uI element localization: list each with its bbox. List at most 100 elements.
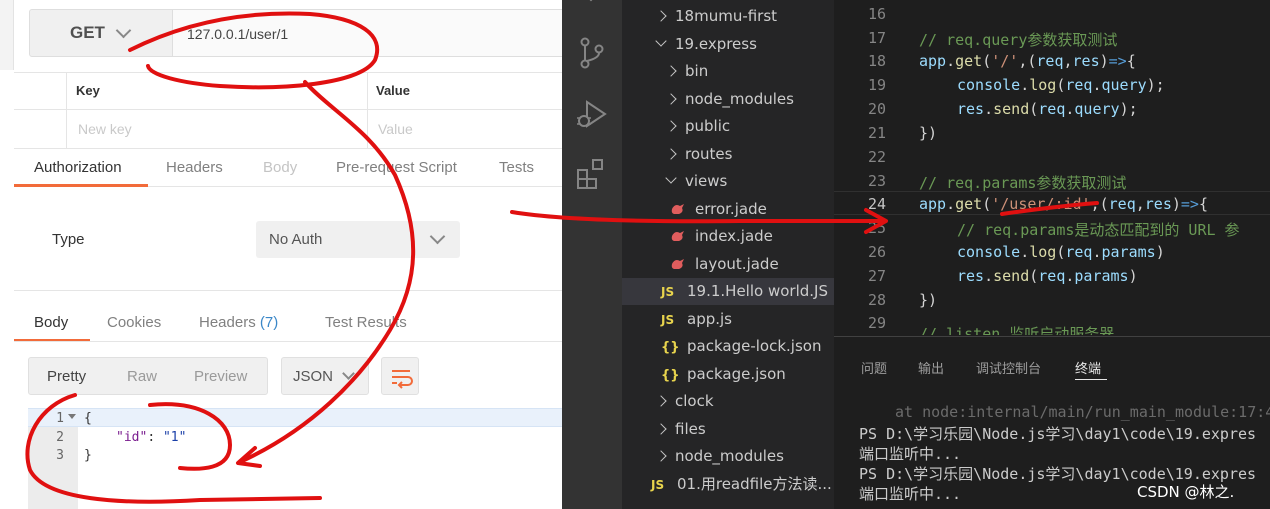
tree-item-label: node_modules bbox=[675, 447, 784, 465]
url-input[interactable]: 127.0.0.1/user/1 bbox=[173, 9, 562, 57]
new-value-input[interactable]: Value bbox=[378, 121, 413, 137]
column-divider bbox=[66, 72, 67, 148]
preview-button[interactable]: Preview bbox=[194, 368, 247, 385]
tree-item-selected[interactable]: JS 19.1.Hello world.JS bbox=[622, 278, 834, 305]
tree-item[interactable]: layout.jade bbox=[671, 251, 779, 278]
headers-count: (7) bbox=[259, 314, 279, 331]
watermark: CSDN @林之. bbox=[1137, 483, 1235, 501]
code-line: res.send(req.params) bbox=[957, 267, 1138, 285]
line-number: 1 bbox=[56, 411, 64, 426]
terminal-line: PS D:\学习乐园\Node.js学习\day1\code\19.expres bbox=[859, 425, 1257, 443]
chevron-down-icon bbox=[655, 35, 667, 47]
tree-item[interactable]: clock bbox=[655, 388, 714, 415]
auth-type-label: Type bbox=[52, 231, 85, 248]
source-control-icon[interactable] bbox=[577, 36, 607, 70]
line-number: 3 bbox=[56, 448, 64, 463]
tab-authorization[interactable]: Authorization bbox=[34, 159, 122, 176]
raw-button[interactable]: Raw bbox=[127, 368, 157, 385]
tree-item-label: 18mumu-first bbox=[675, 7, 778, 25]
tree-item-label: bin bbox=[685, 62, 709, 80]
tab-tests[interactable]: Tests bbox=[499, 159, 534, 176]
tab-headers[interactable]: Headers bbox=[166, 159, 223, 176]
pretty-button[interactable]: Pretty bbox=[47, 368, 86, 385]
tree-item[interactable]: 19.express bbox=[655, 31, 757, 58]
token: res bbox=[1072, 52, 1100, 70]
token: '/' bbox=[991, 52, 1019, 70]
line-number: 18 bbox=[867, 52, 886, 70]
tree-item[interactable]: public bbox=[665, 113, 730, 140]
extensions-icon[interactable] bbox=[576, 158, 608, 190]
terminal-line: 端口监听中... bbox=[859, 485, 962, 503]
tree-item-label: package.json bbox=[687, 365, 786, 383]
sidebar-edge bbox=[0, 0, 14, 70]
chevron-down-icon bbox=[429, 228, 446, 245]
key-column-header: Key bbox=[76, 83, 100, 98]
panel-tab-problems[interactable]: 问题 bbox=[861, 358, 887, 377]
chevron-right-icon bbox=[665, 120, 677, 132]
json-file-icon: {} bbox=[661, 368, 680, 383]
panel-tab-debug-console[interactable]: 调试控制台 bbox=[976, 358, 1041, 377]
run-debug-icon[interactable] bbox=[575, 98, 609, 132]
line-number: 16 bbox=[867, 5, 886, 23]
token: req bbox=[1065, 76, 1093, 94]
tree-item[interactable]: 18mumu-first bbox=[655, 3, 778, 30]
tree-item-label: layout.jade bbox=[695, 255, 779, 273]
tree-item[interactable]: index.jade bbox=[671, 223, 773, 250]
code-line: }) bbox=[919, 291, 938, 309]
token: req bbox=[1038, 267, 1066, 285]
code-comment: // req.params是动态匹配到的 URL 参 bbox=[957, 221, 1240, 239]
code-line: "id": "1" bbox=[116, 430, 186, 445]
code-line: app.get('/user/:id',(req,res)=>{ bbox=[919, 195, 1208, 213]
wrap-lines-button[interactable] bbox=[381, 357, 419, 395]
tree-item[interactable]: JS 01.用readfile方法读... bbox=[651, 471, 832, 498]
tree-item[interactable]: {} package-lock.json bbox=[661, 333, 821, 360]
tree-item-label: app.js bbox=[687, 310, 732, 328]
tree-item-label: node_modules bbox=[685, 90, 794, 108]
code-editor[interactable] bbox=[834, 0, 1270, 336]
token: res bbox=[957, 100, 985, 118]
tree-item-label: 19.express bbox=[675, 35, 757, 53]
line-number: 29 bbox=[867, 314, 886, 332]
tree-item[interactable]: node_modules bbox=[665, 86, 794, 113]
token: => bbox=[1180, 195, 1199, 213]
jade-file-icon bbox=[671, 204, 684, 214]
line-number: 21 bbox=[867, 124, 886, 142]
panel-tab-output[interactable]: 输出 bbox=[918, 358, 944, 377]
token: log bbox=[1029, 243, 1057, 261]
explorer-icon[interactable] bbox=[577, 0, 607, 12]
tree-item[interactable]: routes bbox=[665, 141, 732, 168]
tree-item[interactable]: bin bbox=[665, 58, 709, 85]
method-select[interactable]: GET bbox=[29, 9, 173, 57]
tab-body[interactable]: Body bbox=[263, 159, 297, 176]
tree-item[interactable]: {} package.json bbox=[661, 361, 786, 388]
token: req bbox=[1036, 52, 1064, 70]
panel-tab-terminal[interactable]: 终端 bbox=[1075, 358, 1101, 377]
response-tab-test-results[interactable]: Test Results bbox=[325, 314, 407, 331]
line-number: 28 bbox=[867, 291, 886, 309]
response-tab-cookies[interactable]: Cookies bbox=[107, 314, 161, 331]
response-tab-body[interactable]: Body bbox=[34, 314, 68, 331]
code-comment: // req.params参数获取测试 bbox=[919, 174, 1127, 192]
auth-type-select[interactable]: No Auth bbox=[256, 221, 460, 258]
tree-item[interactable]: views bbox=[665, 168, 728, 195]
tree-item[interactable]: node_modules bbox=[655, 443, 784, 470]
new-key-input[interactable]: New key bbox=[78, 121, 132, 137]
response-tab-headers[interactable]: Headers (7) bbox=[199, 314, 278, 331]
language-select[interactable]: JSON bbox=[281, 357, 369, 395]
tree-item[interactable]: files bbox=[655, 416, 706, 443]
response-tabs-divider bbox=[14, 341, 562, 342]
terminal-line: 端口监听中... bbox=[859, 445, 962, 463]
tree-item[interactable]: error.jade bbox=[671, 196, 767, 223]
code-line: console.log(req.query); bbox=[957, 76, 1165, 94]
token: get bbox=[955, 52, 983, 70]
tree-item[interactable]: JS app.js bbox=[661, 306, 732, 333]
chevron-right-icon bbox=[665, 65, 677, 77]
tab-pre-request-script[interactable]: Pre-request Script bbox=[336, 159, 457, 176]
tree-item-label: views bbox=[685, 172, 728, 190]
fold-icon[interactable] bbox=[68, 414, 76, 419]
token: send bbox=[993, 100, 1030, 118]
chevron-down-icon bbox=[342, 367, 355, 380]
token: app bbox=[919, 52, 947, 70]
token: query bbox=[1074, 100, 1120, 118]
token: res bbox=[957, 267, 985, 285]
